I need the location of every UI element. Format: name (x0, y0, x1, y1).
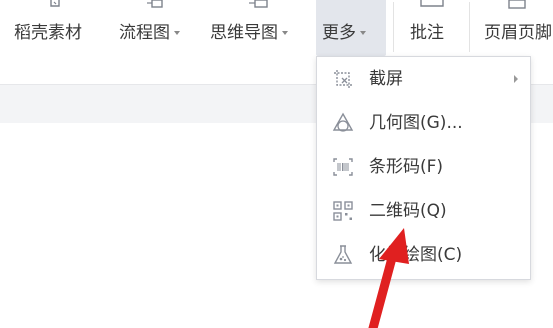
red-pointer-arrow-icon (368, 228, 409, 328)
